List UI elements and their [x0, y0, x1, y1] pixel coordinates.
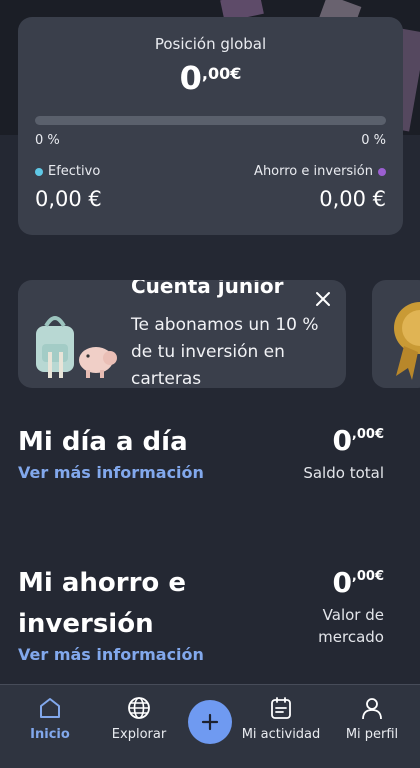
amount-integer: 0: [332, 566, 352, 599]
daily-more-info-link[interactable]: Ver más información: [18, 463, 204, 482]
cash-label: Efectivo: [48, 164, 101, 179]
market-value-label-line2: mercado: [318, 628, 384, 646]
promo-title: Cuenta junior: [131, 280, 284, 298]
amount-integer: 0: [179, 59, 202, 97]
market-value-label-line1: Valor de: [322, 606, 384, 624]
nav-item-explorar[interactable]: Explorar: [104, 685, 174, 768]
savings-more-info-link[interactable]: Ver más información: [18, 645, 204, 664]
promo-card-junior[interactable]: Cuenta junior Te abonamos un 10 % de tu …: [18, 280, 346, 388]
activity-icon: [271, 697, 291, 719]
nav-label: Explorar: [111, 727, 167, 742]
amount-currency: €: [374, 569, 384, 584]
backpack-piggybank-icon: [36, 316, 117, 378]
global-position-title: Posición global: [154, 35, 267, 53]
savings-legend: Ahorro e inversión: [254, 164, 386, 179]
cash-value: 0,00 €: [35, 187, 102, 211]
nav-label: Inicio: [30, 727, 70, 742]
savings-market-amount: 0,00€: [332, 566, 384, 599]
promo-card-next[interactable]: [372, 280, 420, 388]
amount-decimals: ,00: [201, 64, 231, 83]
amount-currency: €: [374, 427, 384, 442]
amount-decimals: ,00: [351, 427, 375, 442]
savings-section-title-line2: inversión: [18, 609, 154, 639]
promo-text: Te abonamos un 10 % de tu inversión en c…: [131, 315, 319, 388]
amount-currency: €: [230, 64, 242, 83]
cash-dot-icon: [35, 167, 43, 176]
allocation-progress-bar: [35, 116, 386, 125]
amount-decimals: ,00: [351, 569, 375, 584]
medal-icon: [394, 302, 420, 380]
nav-item-inicio[interactable]: Inicio: [22, 685, 78, 768]
savings-value: 0,00 €: [319, 187, 386, 211]
savings-section-title-line1: Mi ahorro e: [18, 568, 186, 598]
daily-section-title: Mi día a día: [18, 427, 188, 457]
globe-icon: [128, 697, 150, 719]
cash-percentage: 0 %: [35, 133, 60, 148]
savings-dot-icon: [378, 167, 386, 176]
global-position-card[interactable]: Posición global 0,00€ 0 % 0 % Efectivo A…: [18, 17, 403, 235]
daily-total-amount: 0,00€: [332, 424, 384, 457]
cash-legend: Efectivo: [35, 164, 100, 179]
close-icon[interactable]: [312, 288, 334, 310]
savings-percentage: 0 %: [361, 133, 386, 148]
plus-icon: [201, 713, 219, 731]
bottom-navigation: Inicio Explorar Mi actividad Mi perfil: [0, 684, 420, 768]
user-icon: [362, 698, 382, 720]
savings-label: Ahorro e inversión: [254, 164, 373, 179]
global-position-amount: 0,00€: [18, 59, 403, 97]
home-icon: [40, 698, 60, 718]
amount-integer: 0: [332, 424, 352, 457]
nav-item-mi-actividad[interactable]: Mi actividad: [238, 685, 324, 768]
add-button[interactable]: [188, 700, 232, 744]
nav-item-mi-perfil[interactable]: Mi perfil: [340, 685, 404, 768]
nav-label: Mi actividad: [241, 727, 321, 742]
daily-total-label: Saldo total: [303, 464, 384, 482]
nav-label: Mi perfil: [345, 727, 399, 742]
